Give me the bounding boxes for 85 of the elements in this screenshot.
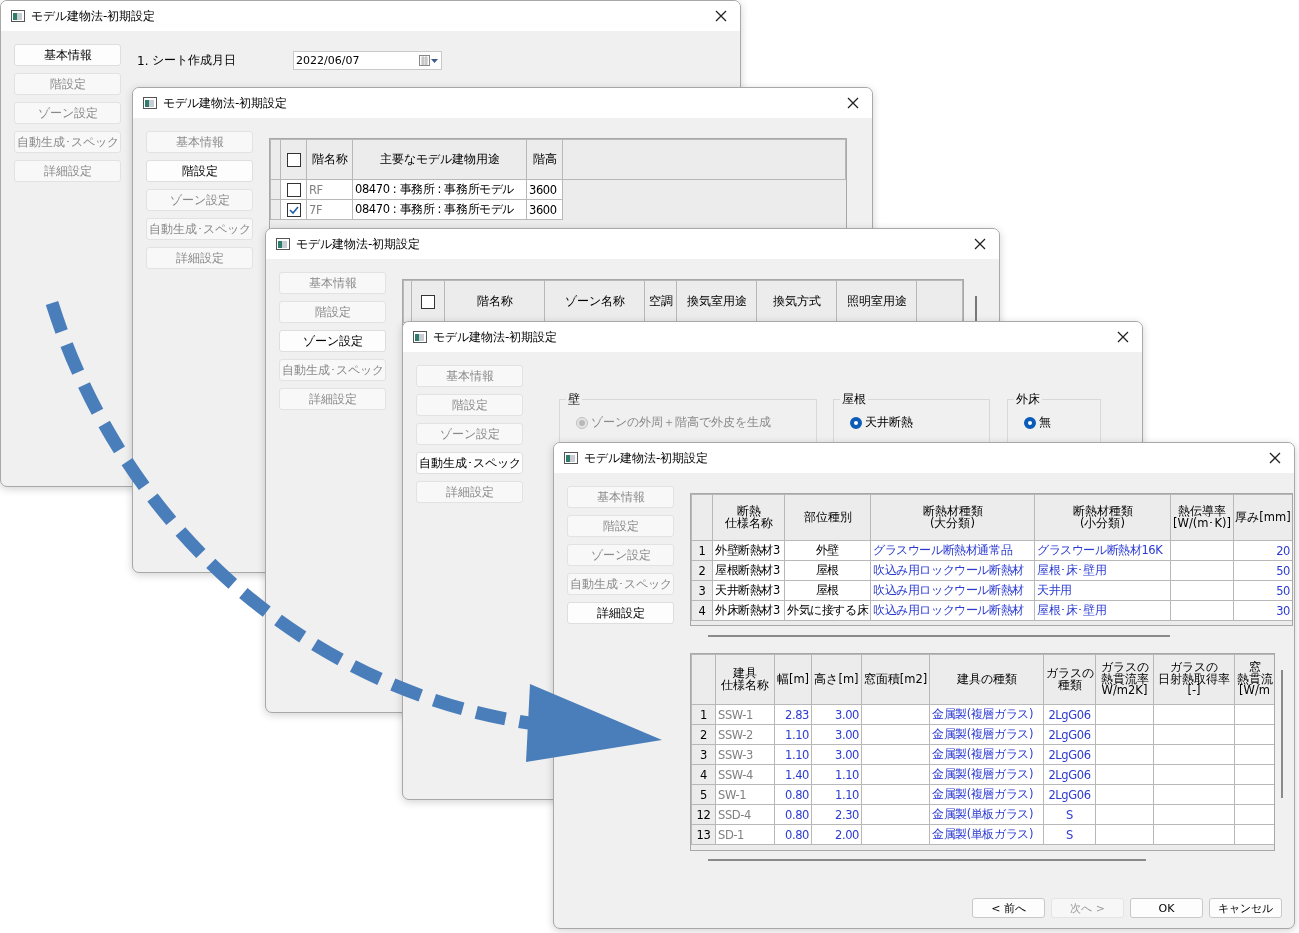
group-label: 外床 — [1014, 391, 1042, 408]
close-icon[interactable] — [846, 96, 860, 110]
column-header[interactable]: ガラスの — [1096, 662, 1153, 674]
app-icon — [413, 331, 427, 343]
row-number: 4 — [691, 600, 713, 621]
column-header[interactable]: 日射熱取得率 — [1154, 673, 1234, 686]
column-header[interactable]: ガラスの — [1154, 662, 1234, 674]
checkbox[interactable] — [421, 294, 435, 309]
column-header[interactable]: [-] — [1154, 685, 1234, 697]
column-header[interactable]: 熱貫流率 — [1096, 673, 1153, 686]
nav-tab[interactable]: ゾーン設定 — [279, 330, 386, 352]
column-header[interactable]: 熱貫流 — [1235, 673, 1274, 686]
column-header[interactable]: 階名称 — [444, 280, 545, 323]
row-number: 3 — [691, 744, 716, 765]
close-icon[interactable] — [714, 9, 728, 23]
nav-tab[interactable]: 階設定 — [567, 515, 674, 537]
dialog-button[interactable]: < 前へ — [972, 898, 1045, 918]
row-number: 13 — [691, 824, 716, 845]
app-icon — [143, 97, 157, 109]
column-header[interactable]: 断熱 — [713, 506, 784, 518]
column-header[interactable]: 種類 — [1044, 679, 1095, 691]
column-header[interactable]: 断熱材種類 — [1035, 506, 1170, 518]
nav-tab[interactable]: 階設定 — [14, 73, 121, 95]
radio-option[interactable]: 無 — [1024, 414, 1051, 431]
column-header[interactable]: ゾーン名称 — [544, 280, 645, 323]
column-header[interactable]: (大分類) — [871, 517, 1034, 529]
row-number: 4 — [691, 764, 716, 785]
column-header[interactable]: W/m2K] — [1096, 685, 1153, 697]
row-number: 1 — [691, 540, 713, 561]
column-header[interactable]: (小分類) — [1035, 517, 1170, 529]
column-header[interactable]: 階高 — [526, 139, 563, 180]
row-number: 5 — [691, 784, 716, 805]
column-header[interactable]: 階名称 — [306, 139, 353, 180]
app-icon — [564, 452, 578, 464]
row-number: 2 — [691, 724, 716, 745]
window-title: モデル建物法-初期設定 — [584, 449, 710, 467]
nav-tab[interactable]: 自動生成･スペック — [416, 452, 523, 474]
window-title: モデル建物法-初期設定 — [433, 328, 559, 346]
close-icon[interactable] — [973, 237, 987, 251]
column-header[interactable]: 窓 — [1235, 662, 1274, 674]
nav-tab[interactable]: 基本情報 — [279, 272, 386, 294]
column-header[interactable]: 仕様名称 — [713, 517, 784, 529]
column-header[interactable]: [W/m — [1235, 685, 1274, 697]
column-header[interactable]: 熱伝導率 — [1171, 506, 1233, 518]
row-number: 12 — [691, 804, 716, 825]
column-header[interactable]: [W/(m･K)] — [1171, 517, 1233, 529]
column-header[interactable]: 断熱材種類 — [871, 506, 1034, 518]
window-title: モデル建物法-初期設定 — [296, 235, 422, 253]
field-label: シート作成月日 — [152, 52, 237, 69]
column-header[interactable]: 主要なモデル建物用途 — [352, 139, 527, 180]
nav-tab[interactable]: 基本情報 — [416, 365, 523, 387]
app-icon — [276, 238, 290, 250]
row-number: 2 — [691, 560, 713, 581]
column-header[interactable]: 仕様名称 — [716, 679, 774, 691]
checkbox[interactable] — [286, 182, 301, 197]
column-header[interactable]: 換気方式 — [756, 280, 837, 323]
close-icon[interactable] — [1268, 451, 1282, 465]
radio-option[interactable]: 天井断熱 — [850, 414, 913, 431]
column-header[interactable]: 空調 — [644, 280, 677, 323]
column-header[interactable]: 建具 — [716, 668, 774, 680]
column-header[interactable]: 照明室用途 — [836, 280, 917, 323]
group-label: 屋根 — [840, 391, 868, 408]
column-header[interactable]: ガラスの — [1044, 668, 1095, 680]
date-field[interactable]: 2022/06/07 — [293, 51, 442, 70]
checkbox[interactable] — [286, 202, 301, 217]
nav-tab[interactable]: 階設定 — [416, 394, 523, 416]
dialog-button[interactable]: OK — [1130, 898, 1203, 918]
window-title: モデル建物法-初期設定 — [31, 7, 157, 25]
app-icon — [11, 10, 25, 22]
field-number: 1. — [137, 53, 150, 68]
close-icon[interactable] — [1116, 330, 1130, 344]
row-number: 1 — [691, 704, 716, 725]
window-title: モデル建物法-初期設定 — [163, 94, 289, 112]
calendar-dropdown-icon — [419, 55, 439, 66]
nav-tab[interactable]: 基本情報 — [567, 486, 674, 508]
group-label: 壁 — [566, 391, 582, 408]
nav-tab[interactable]: 階設定 — [279, 301, 386, 323]
column-header[interactable]: 換気室用途 — [676, 280, 757, 323]
checkbox[interactable] — [286, 152, 301, 167]
dialog-button[interactable]: キャンセル — [1209, 898, 1282, 918]
row-number: 3 — [691, 580, 713, 601]
nav-tab[interactable]: 詳細設定 — [567, 602, 674, 624]
nav-tab[interactable]: 基本情報 — [146, 131, 253, 153]
nav-tab[interactable]: 階設定 — [146, 160, 253, 182]
nav-tab[interactable]: 基本情報 — [14, 44, 121, 66]
